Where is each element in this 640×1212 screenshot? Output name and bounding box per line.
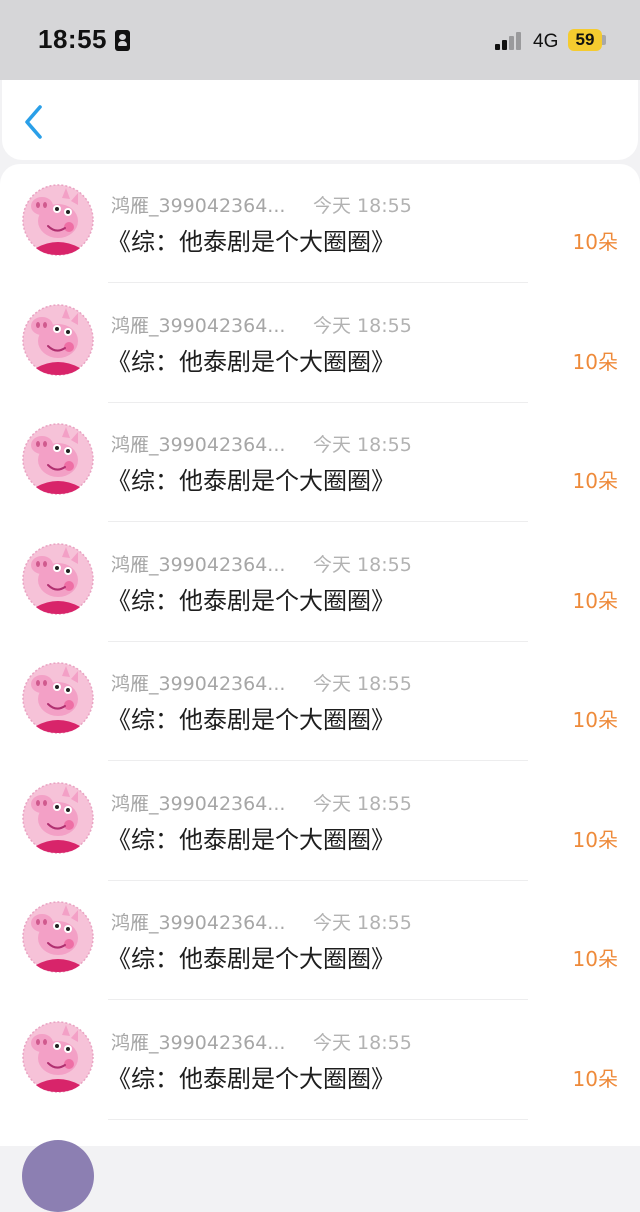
list-item[interactable]: 鸿雁_399042364... 今天 18:55 《综：他泰剧是个大圈圈》 10… — [0, 642, 640, 761]
book-title: 《综：他泰剧是个大圈圈》 — [107, 228, 395, 256]
avatar[interactable] — [22, 423, 94, 495]
book-title: 《综：他泰剧是个大圈圈》 — [107, 825, 395, 854]
gift-amount: 10朵 — [572, 588, 618, 613]
list-item[interactable]: 鸿雁_399042364... 今天 18:55 《综：他泰剧是个大圈圈》 10… — [0, 762, 640, 881]
gift-record-list: 鸿雁_399042364... 今天 18:55 《综：他泰剧是个大圈圈》 10… — [0, 164, 640, 1146]
peppa-pig-avatar-icon — [22, 423, 94, 495]
signal-strength-icon — [495, 32, 523, 50]
peppa-pig-avatar-icon — [22, 662, 94, 734]
avatar[interactable] — [22, 662, 94, 734]
list-item[interactable]: 鸿雁_399042364... 今天 18:55 《综：他泰剧是个大圈圈》 10… — [0, 881, 640, 1000]
avatar[interactable] — [22, 781, 94, 854]
book-title: 《综：他泰剧是个大圈圈》 — [107, 467, 395, 495]
sender-name: 鸿雁_399042364... — [111, 1031, 286, 1054]
portrait-lock-icon — [115, 30, 130, 51]
avatar[interactable] — [22, 184, 94, 256]
status-time: 18:55 — [38, 24, 107, 54]
battery-cap — [602, 35, 606, 45]
peppa-pig-avatar-icon — [22, 901, 94, 973]
gift-amount: 10朵 — [572, 349, 618, 374]
book-title: 《综：他泰剧是个大圈圈》 — [107, 347, 395, 376]
gift-amount: 10朵 — [572, 708, 618, 732]
gift-amount: 10朵 — [572, 469, 618, 493]
avatar[interactable] — [22, 1020, 94, 1093]
gift-amount: 10朵 — [572, 827, 618, 852]
battery-level: 59 — [568, 29, 602, 51]
navigation-bar — [2, 80, 638, 160]
network-type: 4G — [533, 31, 559, 52]
avatar[interactable] — [22, 542, 94, 615]
list-item[interactable]: 鸿雁_399042364... 今天 18:55 《综：他泰剧是个大圈圈》 10… — [0, 523, 640, 642]
peppa-pig-avatar-icon — [22, 1020, 94, 1093]
list-item[interactable]: 鸿雁_399042364... 今天 18:55 《综：他泰剧是个大圈圈》 10… — [0, 284, 640, 403]
chevron-left-icon — [25, 105, 42, 139]
record-time: 今天 18:55 — [313, 314, 412, 337]
battery-icon: 59 — [568, 29, 606, 51]
list-item[interactable]: 鸿雁_399042364... 今天 18:55 《综：他泰剧是个大圈圈》 10… — [0, 403, 640, 522]
peppa-pig-avatar-icon — [22, 781, 94, 854]
sender-name: 鸿雁_399042364... — [111, 792, 286, 815]
list-item[interactable]: 鸿雁_399042364... 今天 18:55 《综：他泰剧是个大圈圈》 10… — [0, 164, 640, 283]
avatar[interactable] — [22, 1140, 94, 1212]
book-title: 《综：他泰剧是个大圈圈》 — [107, 706, 395, 734]
divider — [108, 1118, 528, 1120]
book-title: 《综：他泰剧是个大圈圈》 — [107, 945, 395, 973]
peppa-pig-avatar-icon — [22, 184, 94, 256]
record-time: 今天 18:55 — [313, 912, 412, 934]
book-title: 《综：他泰剧是个大圈圈》 — [107, 1064, 395, 1093]
record-time: 今天 18:55 — [313, 673, 412, 695]
peppa-pig-avatar-icon — [22, 542, 94, 615]
sender-name: 鸿雁_399042364... — [111, 195, 286, 217]
record-time: 今天 18:55 — [313, 792, 412, 815]
record-time: 今天 18:55 — [313, 553, 412, 576]
peppa-pig-avatar-icon — [22, 303, 94, 376]
gift-amount: 10朵 — [572, 230, 618, 254]
record-time: 今天 18:55 — [313, 434, 412, 456]
avatar[interactable] — [22, 303, 94, 376]
sender-name: 鸿雁_399042364... — [111, 314, 286, 337]
sender-name: 鸿雁_399042364... — [111, 912, 286, 934]
gift-amount: 10朵 — [572, 1066, 618, 1091]
sender-name: 鸿雁_399042364... — [111, 673, 286, 695]
status-bar: 18:55 4G 59 — [0, 0, 640, 80]
record-time: 今天 18:55 — [313, 1031, 412, 1054]
book-title: 《综：他泰剧是个大圈圈》 — [107, 586, 395, 615]
record-time: 今天 18:55 — [313, 195, 412, 217]
sender-name: 鸿雁_399042364... — [111, 434, 286, 456]
avatar[interactable] — [22, 901, 94, 973]
back-button[interactable] — [14, 102, 54, 142]
list-item[interactable]: 鸿雁_399042364... 今天 18:55 《综：他泰剧是个大圈圈》 10… — [0, 1001, 640, 1120]
sender-name: 鸿雁_399042364... — [111, 553, 286, 576]
gift-amount: 10朵 — [572, 947, 618, 971]
